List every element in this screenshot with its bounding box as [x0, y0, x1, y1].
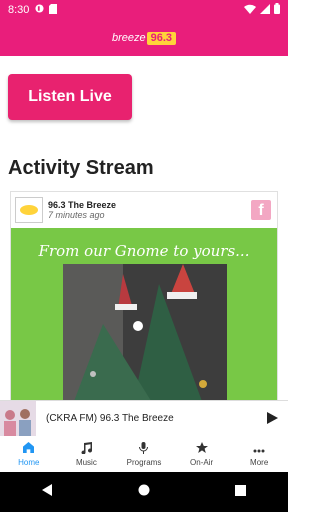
nav-more-label: More	[250, 457, 269, 467]
now-playing-title: (CKRA FM) 96.3 The Breeze	[46, 413, 174, 424]
status-time: 8:30	[8, 4, 30, 16]
home-circle-icon[interactable]	[138, 483, 150, 501]
station-logo: breeze 96.3	[111, 31, 177, 45]
notification-icon	[35, 4, 44, 16]
bottom-navigation: Home Music Programs On-Air More	[0, 436, 288, 472]
nav-music-label: Music	[75, 457, 97, 467]
nav-more[interactable]: More	[230, 436, 288, 472]
back-icon[interactable]	[42, 483, 54, 501]
post-author: 96.3 The Breeze	[48, 200, 117, 210]
post-image[interactable]: From our Gnome to yours...	[11, 228, 277, 400]
signal-icon	[260, 3, 270, 17]
activity-post-card[interactable]: 96.3 The Breeze 7 minutes ago f From our…	[10, 191, 278, 401]
microphone-icon	[139, 441, 149, 456]
home-icon	[23, 441, 35, 456]
activity-stream-title: Activity Stream	[8, 157, 154, 179]
recents-icon[interactable]	[234, 483, 246, 501]
nav-programs-label: Programs	[126, 457, 162, 467]
station-avatar	[15, 197, 43, 223]
post-header: 96.3 The Breeze 7 minutes ago f	[11, 192, 277, 228]
station-thumbnail	[0, 400, 36, 437]
sd-card-icon	[49, 3, 58, 17]
mini-player[interactable]: (CKRA FM) 96.3 The Breeze	[0, 400, 288, 437]
more-icon	[253, 442, 265, 456]
nav-programs[interactable]: Programs	[115, 436, 173, 472]
wifi-icon	[244, 4, 256, 17]
nav-on-air[interactable]: On-Air	[173, 436, 231, 472]
logo-number: 96.3	[146, 31, 177, 45]
play-icon[interactable]	[267, 411, 278, 427]
nav-on-air-label: On-Air	[190, 457, 214, 467]
nav-home-label: Home	[18, 457, 40, 467]
gnome-photo	[63, 264, 227, 400]
logo-text: breeze	[111, 32, 146, 44]
music-note-icon	[81, 441, 92, 456]
system-navigation-bar	[0, 472, 288, 512]
post-time: 7 minutes ago	[48, 210, 105, 220]
battery-icon	[274, 3, 280, 17]
facebook-icon[interactable]: f	[251, 200, 271, 220]
status-bar: 8:30	[0, 0, 288, 20]
nav-music[interactable]: Music	[58, 436, 116, 472]
nav-home[interactable]: Home	[0, 436, 58, 472]
star-icon	[195, 441, 208, 456]
post-caption: From our Gnome to yours...	[38, 242, 250, 260]
listen-live-button[interactable]: Listen Live	[8, 74, 132, 120]
app-bar: breeze 96.3	[0, 20, 288, 56]
